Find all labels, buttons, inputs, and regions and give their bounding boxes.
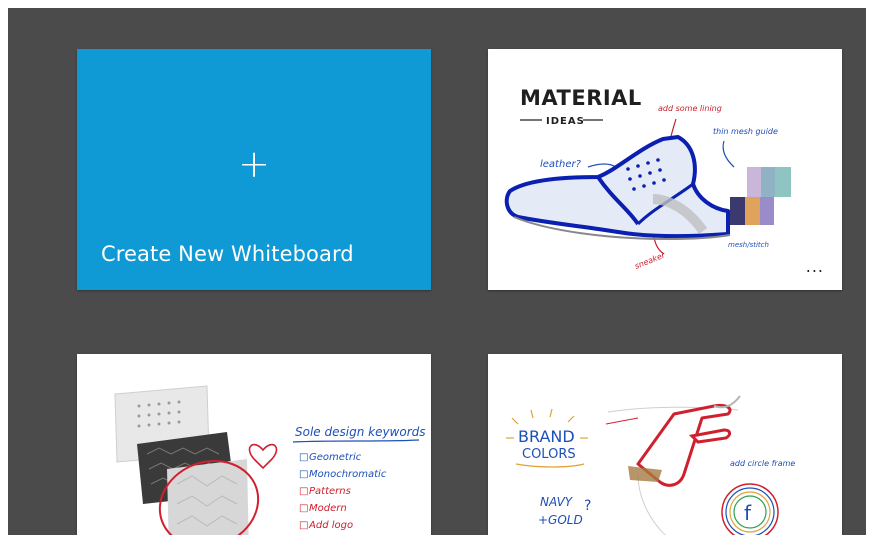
keyword-item: Modern — [309, 503, 347, 514]
brand-colors-sketch: BRAND COLORS NAVY +GOLD ? add circle fra… — [506, 395, 795, 535]
keyword-item: Add logo — [308, 520, 353, 531]
note-mesh: thin mesh guide — [713, 127, 778, 136]
brand-sub-line2: +GOLD — [538, 513, 583, 527]
color-swatch — [775, 167, 791, 197]
more-options-button[interactable]: ... — [806, 257, 824, 276]
note-leather: leather? — [540, 159, 582, 170]
material-title: MATERIAL — [520, 86, 642, 110]
material-ideas-sketch: MATERIAL IDEAS add some lining thin mesh… — [504, 86, 791, 271]
sole-keywords: □ Geometric □ Monochromatic □ Patterns □… — [299, 452, 387, 531]
svg-text:□: □ — [299, 503, 308, 514]
keyword-item: Monochromatic — [309, 469, 387, 480]
note-lining: add some lining — [658, 104, 722, 113]
brand-sub-mark: ? — [584, 498, 591, 514]
svg-text:□: □ — [299, 469, 308, 480]
whiteboard-thumbnail-sole-design[interactable]: Sole design keywords □ Geometric □ Monoc… — [77, 354, 431, 535]
create-new-whiteboard-button[interactable]: + Create New Whiteboard — [77, 49, 431, 290]
brand-title-line2: COLORS — [522, 447, 576, 462]
color-swatch — [761, 167, 775, 197]
keyword-item: Patterns — [309, 486, 351, 497]
create-new-whiteboard-label: Create New Whiteboard — [101, 242, 354, 266]
svg-text:□: □ — [299, 486, 308, 497]
whiteboard-gallery: + Create New Whiteboard MATERIAL IDEAS a… — [8, 8, 866, 535]
keyword-item: Geometric — [309, 452, 362, 463]
color-swatch — [760, 197, 774, 225]
svg-text:□: □ — [299, 520, 308, 531]
material-subtitle: IDEAS — [546, 116, 585, 127]
color-swatch — [745, 197, 760, 225]
note-sneaker: sneaker — [633, 250, 667, 271]
sole-heading: Sole design keywords — [295, 425, 426, 439]
whiteboard-thumbnail-material-ideas[interactable]: MATERIAL IDEAS add some lining thin mesh… — [488, 49, 842, 290]
color-swatch — [730, 197, 745, 225]
brand-logo-letter: f — [744, 501, 752, 525]
brand-sub-line1: NAVY — [540, 495, 574, 509]
plus-icon: + — [238, 142, 270, 186]
sole-design-sketch: Sole design keywords □ Geometric □ Monoc… — [114, 385, 426, 535]
brand-note: add circle frame — [730, 459, 795, 468]
color-swatch — [747, 167, 761, 197]
color-swatches — [730, 167, 791, 225]
whiteboard-thumbnail-brand-colors[interactable]: BRAND COLORS NAVY +GOLD ? add circle fra… — [488, 354, 842, 535]
note-stitch: mesh/stitch — [728, 241, 769, 249]
svg-text:□: □ — [299, 452, 308, 463]
brand-title-line1: BRAND — [518, 427, 575, 446]
